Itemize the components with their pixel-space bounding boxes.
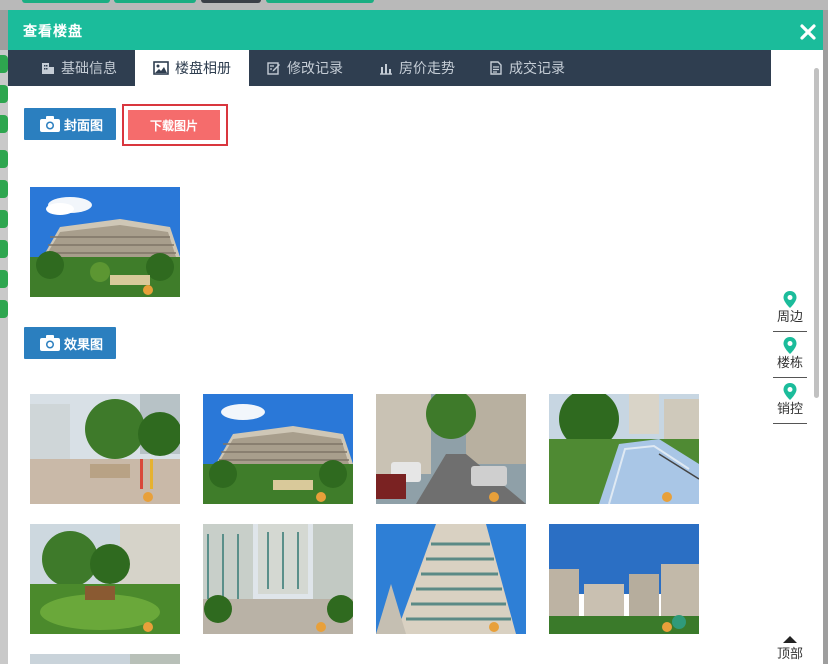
background-marker <box>0 210 8 228</box>
gallery-photo[interactable] <box>203 394 353 504</box>
tab-edit-history[interactable]: 修改记录 <box>267 50 357 86</box>
background-button <box>266 0 374 3</box>
render-image-label: 效果图 <box>64 337 104 353</box>
background-marker <box>0 270 8 288</box>
modal-header: 查看楼盘 <box>8 10 823 50</box>
map-pin-icon <box>782 382 798 402</box>
document-icon <box>489 61 503 75</box>
tab-basic-info[interactable]: 基础信息 <box>41 50 131 86</box>
gallery-photo[interactable] <box>376 394 526 504</box>
building-icon <box>41 61 55 75</box>
background-marker <box>0 150 8 168</box>
tab-label: 修改记录 <box>287 61 343 77</box>
edit-icon <box>267 61 281 75</box>
side-nav-label: 楼栋 <box>776 356 803 371</box>
gallery-photo[interactable] <box>376 524 526 634</box>
side-nav-sales-control[interactable]: 销控 <box>771 382 809 426</box>
view-property-modal: 查看楼盘 基础信息 楼盘相册 修改记录 房价走势 成交记录 封面图 下载图片 效… <box>8 10 823 664</box>
gallery-photo[interactable] <box>549 394 699 504</box>
tab-bar: 基础信息 楼盘相册 修改记录 房价走势 成交记录 <box>8 50 771 86</box>
tab-album[interactable]: 楼盘相册 <box>135 50 249 86</box>
camera-icon <box>39 115 61 133</box>
back-to-top-button[interactable]: 顶部 <box>771 636 809 664</box>
side-nav-surroundings[interactable]: 周边 <box>771 290 809 334</box>
tab-label: 成交记录 <box>509 61 565 77</box>
arrow-up-icon <box>783 636 797 643</box>
background-button <box>22 0 110 3</box>
gallery-photo[interactable] <box>30 654 180 664</box>
download-images-button[interactable]: 下载图片 <box>128 110 220 140</box>
modal-title: 查看楼盘 <box>23 24 83 40</box>
background-marker <box>0 180 8 198</box>
tab-transaction-records[interactable]: 成交记录 <box>489 50 579 86</box>
cover-photo[interactable] <box>30 187 180 297</box>
camera-icon <box>39 334 61 352</box>
divider <box>773 377 807 378</box>
map-pin-icon <box>782 336 798 356</box>
download-highlight: 下载图片 <box>122 104 228 146</box>
background-marker <box>0 55 8 73</box>
side-nav-label: 销控 <box>776 402 803 417</box>
render-image-button[interactable]: 效果图 <box>24 327 116 359</box>
scrollbar-thumb[interactable] <box>814 68 819 398</box>
back-to-top-label: 顶部 <box>776 647 803 662</box>
side-nav-label: 周边 <box>776 310 803 325</box>
gallery-photo[interactable] <box>549 524 699 634</box>
bar-chart-icon <box>379 61 393 75</box>
map-pin-icon <box>782 290 798 310</box>
background-marker <box>0 300 8 318</box>
cover-image-button[interactable]: 封面图 <box>24 108 116 140</box>
background-marker <box>0 85 8 103</box>
side-nav-buildings[interactable]: 楼栋 <box>771 336 809 380</box>
tab-label: 基础信息 <box>61 61 117 77</box>
album-content: 封面图 下载图片 效果图 <box>8 86 771 664</box>
divider <box>773 423 807 424</box>
image-icon <box>153 61 169 75</box>
gallery-photo[interactable] <box>30 524 180 634</box>
tab-price-trend[interactable]: 房价走势 <box>379 50 469 86</box>
divider <box>773 331 807 332</box>
cover-image-label: 封面图 <box>64 118 104 134</box>
gallery-photo[interactable] <box>203 524 353 634</box>
gallery-photo[interactable] <box>30 394 180 504</box>
background-button <box>201 0 261 3</box>
tab-label: 楼盘相册 <box>175 61 231 77</box>
background-marker <box>0 240 8 258</box>
scrollbar[interactable] <box>810 50 823 664</box>
background-button <box>114 0 196 3</box>
background-marker <box>0 115 8 133</box>
close-icon[interactable] <box>799 23 817 41</box>
tab-label: 房价走势 <box>399 61 455 77</box>
